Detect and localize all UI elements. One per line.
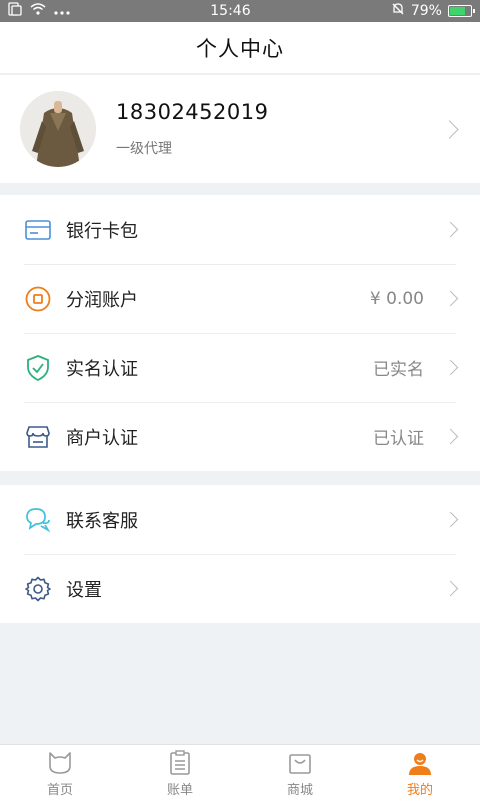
menu-group-support: 联系客服 设置: [0, 485, 480, 623]
tab-home[interactable]: 首页: [0, 745, 120, 800]
battery-percent: 79%: [410, 3, 442, 19]
merchant-cert-status: 已认证: [373, 429, 424, 449]
menu-item-bank-cards[interactable]: 银行卡包: [0, 195, 480, 264]
status-bar: 15:46 79%: [0, 0, 480, 22]
menu-item-label: 商户认证: [66, 427, 138, 449]
menu-group-account: 银行卡包 分润账户 ¥ 0.00 实名认证 已实名 商户认证 已认证: [0, 195, 480, 471]
tab-label: 首页: [46, 783, 73, 798]
chevron-right-icon: [442, 580, 459, 597]
tab-bills[interactable]: 账单: [120, 745, 240, 800]
shopping-bag-icon: [287, 750, 313, 776]
profile-card[interactable]: 18302452019 一级代理: [0, 75, 480, 183]
menu-item-label: 实名认证: [66, 358, 138, 380]
tab-mine[interactable]: 我的: [360, 745, 480, 800]
menu-item-profit-account[interactable]: 分润账户 ¥ 0.00: [0, 264, 480, 333]
bell-muted-icon: [391, 2, 405, 20]
more-dots-icon: [54, 3, 70, 19]
profile-phone: 18302452019: [116, 100, 269, 124]
page-title-bar: 个人中心: [0, 22, 480, 74]
menu-item-label: 分润账户: [66, 289, 138, 311]
chevron-right-icon: [442, 511, 459, 528]
real-name-status: 已实名: [373, 360, 424, 380]
bottom-tab-bar: 首页 账单 商城 我的: [0, 744, 480, 800]
chat-bubble-icon: [24, 506, 52, 534]
tab-label: 商城: [286, 783, 313, 798]
shield-check-icon: [24, 354, 52, 382]
menu-item-real-name[interactable]: 实名认证 已实名: [0, 333, 480, 402]
sim-icon: [8, 2, 22, 20]
profile-role: 一级代理: [116, 141, 172, 157]
menu-item-merchant-cert[interactable]: 商户认证 已认证: [0, 402, 480, 471]
chevron-right-icon: [442, 428, 459, 445]
menu-item-customer-service[interactable]: 联系客服: [0, 485, 480, 554]
bill-icon: [167, 750, 193, 776]
chevron-right-icon: [440, 120, 459, 139]
battery-icon: [447, 5, 475, 17]
menu-item-label: 银行卡包: [66, 220, 138, 242]
bank-card-icon: [24, 216, 52, 244]
user-icon: [407, 750, 433, 776]
chevron-right-icon: [442, 290, 459, 307]
wifi-icon: [30, 3, 46, 19]
menu-item-label: 设置: [66, 579, 102, 601]
store-icon: [24, 423, 52, 451]
profit-account-icon: [24, 285, 52, 313]
status-time: 15:46: [210, 3, 251, 19]
chevron-right-icon: [442, 359, 459, 376]
gear-icon: [24, 575, 52, 603]
tab-shop[interactable]: 商城: [240, 745, 360, 800]
chevron-right-icon: [442, 221, 459, 238]
avatar: [20, 91, 96, 167]
tab-label: 我的: [406, 783, 433, 798]
menu-item-label: 联系客服: [66, 510, 138, 532]
menu-item-settings[interactable]: 设置: [0, 554, 480, 623]
tab-label: 账单: [166, 783, 193, 798]
page-title: 个人中心: [196, 36, 284, 61]
home-cat-icon: [47, 750, 73, 776]
profit-balance: ¥ 0.00: [369, 288, 424, 309]
